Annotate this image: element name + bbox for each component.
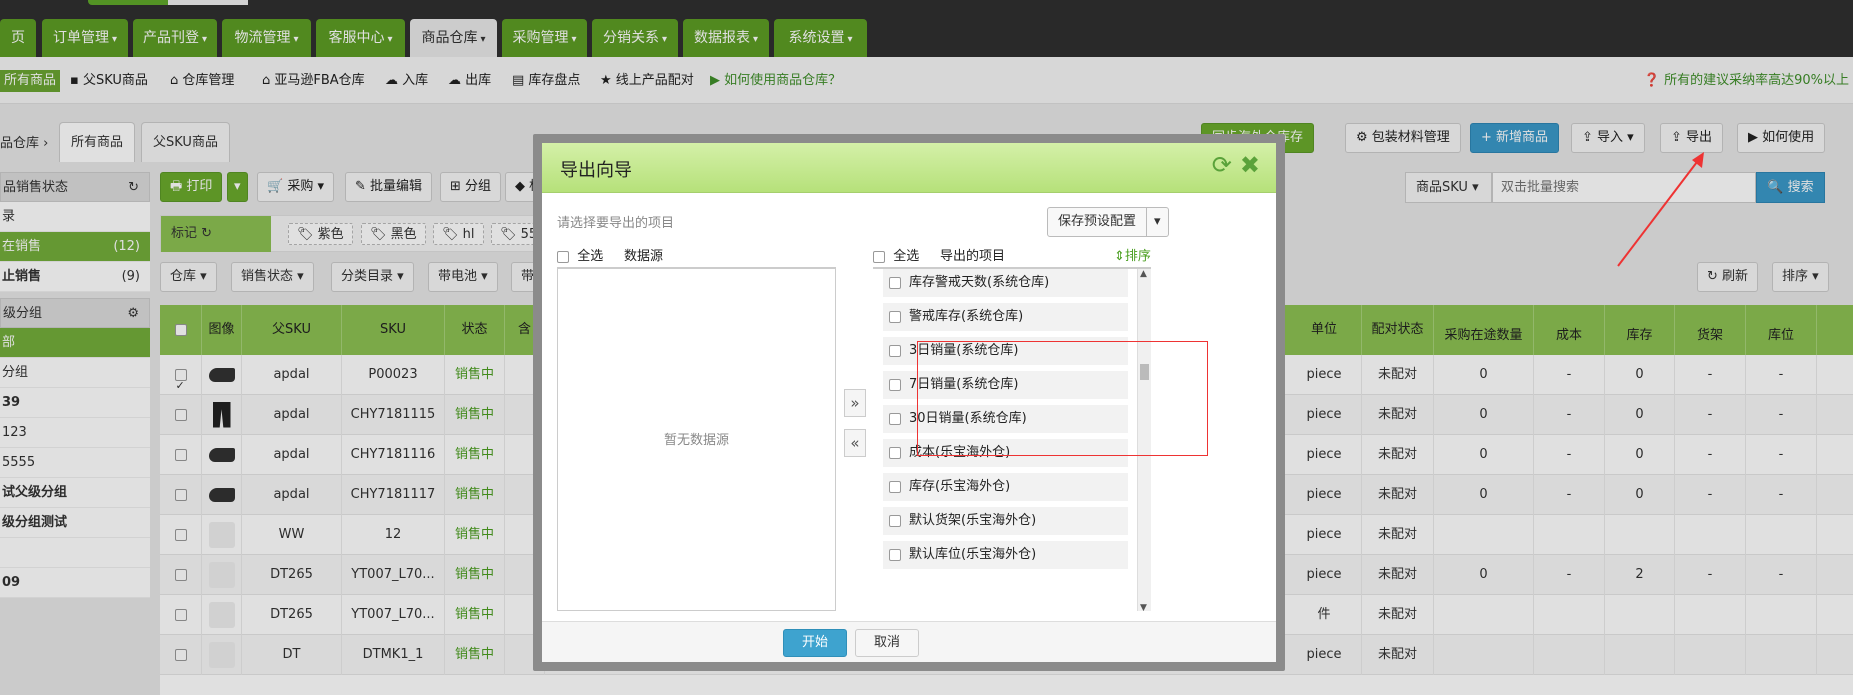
modal-footer: 开始 取消 [542,621,1276,662]
sort-link-label: 排序 [1124,249,1151,264]
refresh-icon[interactable]: ⟳ [1212,151,1240,179]
left-pane-header: 全选 数据源 [557,245,663,264]
right-select-all-label: 全选 [893,249,920,264]
save-preset-button[interactable]: 保存预设配置 ▾ [1047,207,1169,237]
modal-header: 导出向导 ⟳✖ [542,143,1276,193]
scroll-up-icon[interactable]: ▲ [1140,269,1147,279]
data-source-list[interactable]: 暂无数据源 [557,267,836,611]
move-right-button[interactable]: » [844,389,866,417]
annotation-arrow [1617,152,1704,267]
start-button[interactable]: 开始 [783,629,847,657]
left-pane-title: 数据源 [623,249,663,264]
right-pane-title: 导出的项目 [939,249,1005,264]
modal-header-icons: ⟳✖ [1212,151,1268,179]
export-item[interactable]: 默认库位(乐宝海外仓) [883,541,1128,569]
empty-source-text: 暂无数据源 [663,433,729,448]
right-pane-header: 全选 导出的项目 [873,245,1005,264]
export-item-checkbox[interactable] [889,276,901,289]
cancel-button[interactable]: 取消 [855,629,919,657]
save-preset-label: 保存预设配置 [1058,214,1137,229]
save-preset-dropdown[interactable]: ▾ [1146,208,1168,236]
move-left-button[interactable]: « [844,429,866,457]
left-select-all-label: 全选 [577,249,604,264]
export-item[interactable]: 警戒库存(系统仓库) [883,303,1128,331]
export-item[interactable]: 默认货架(乐宝海外仓) [883,507,1128,535]
export-item-checkbox[interactable] [889,446,901,459]
close-icon[interactable]: ✖ [1240,151,1268,179]
modal-subtitle: 请选择要导出的项目 [557,216,675,231]
export-item-label: 默认货架(乐宝海外仓) [909,513,1037,528]
export-item-checkbox[interactable] [889,548,901,561]
export-item[interactable]: 库存警戒天数(系统仓库) [883,269,1128,297]
export-item-checkbox[interactable] [889,344,901,357]
annotation-highlight-box [917,341,1208,456]
scroll-down-icon[interactable]: ▼ [1140,603,1147,611]
export-item-checkbox[interactable] [889,378,901,391]
export-item-checkbox[interactable] [889,480,901,493]
right-select-all-checkbox[interactable] [873,250,885,263]
export-item[interactable]: 库存(乐宝海外仓) [883,473,1128,501]
export-item-label: 默认库位(乐宝海外仓) [909,547,1037,562]
sort-link[interactable]: ⇕排序 [1114,245,1151,264]
export-item-checkbox[interactable] [889,412,901,425]
export-item-checkbox[interactable] [889,310,901,323]
modal-title: 导出向导 [560,160,632,181]
export-item-label: 警戒库存(系统仓库) [909,309,1024,324]
export-item-label: 库存警戒天数(系统仓库) [909,275,1050,290]
export-item-checkbox[interactable] [889,514,901,527]
export-item-label: 库存(乐宝海外仓) [909,479,1011,494]
left-select-all-checkbox[interactable] [557,250,569,263]
